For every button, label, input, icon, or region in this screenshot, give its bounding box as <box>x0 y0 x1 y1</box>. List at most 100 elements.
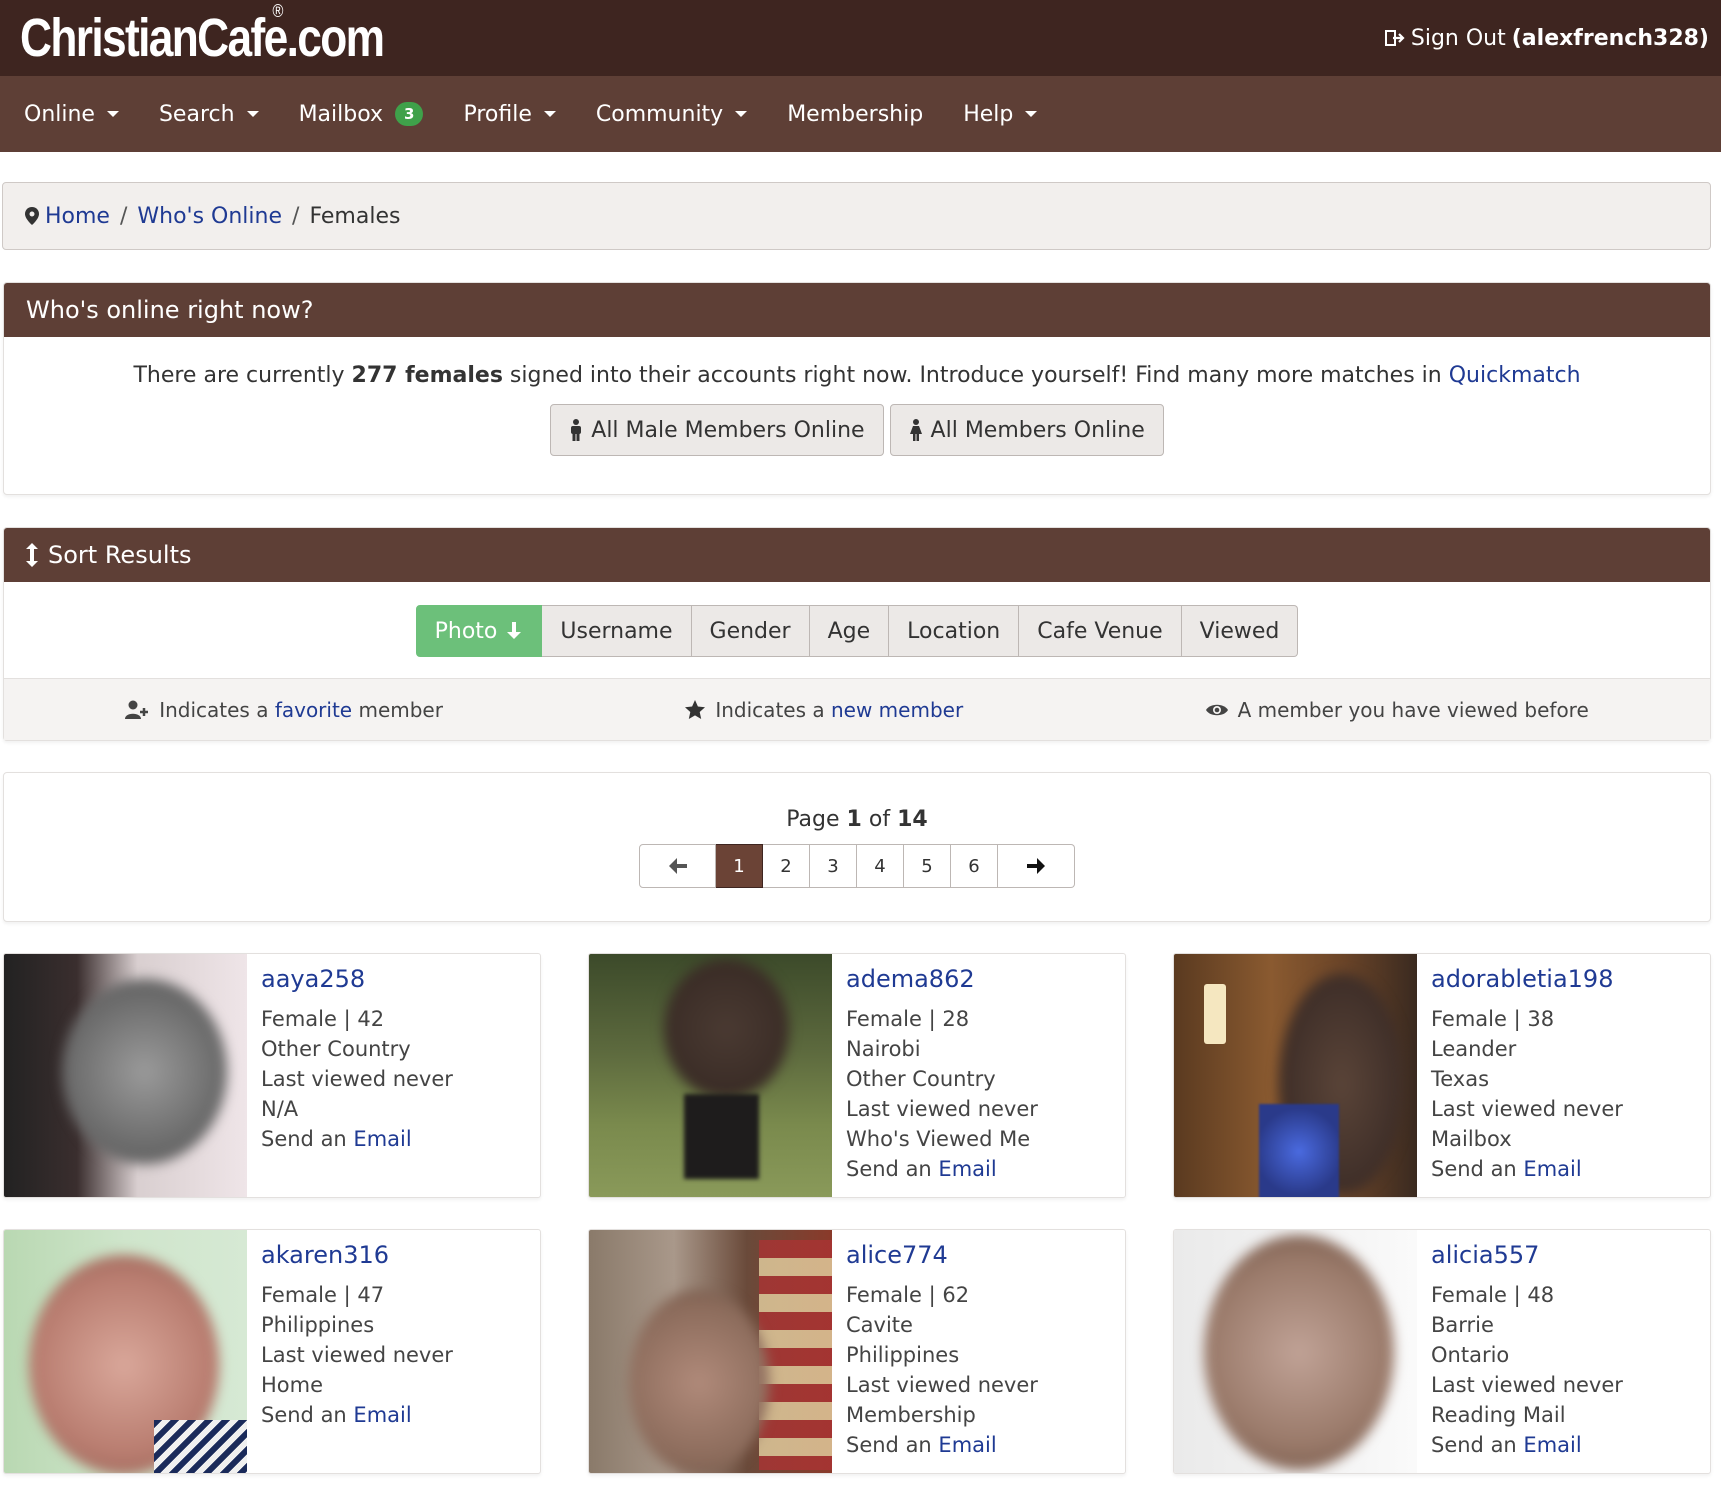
member-username-link[interactable]: aaya258 <box>261 964 453 994</box>
caret-down-icon <box>246 111 259 117</box>
nav-membership[interactable]: Membership <box>767 102 943 127</box>
nav-community[interactable]: Community <box>576 102 767 127</box>
sort-option-label: Gender <box>709 618 791 644</box>
nav-mailbox[interactable]: Mailbox 3 <box>279 102 444 127</box>
online-filter-buttons: All Male Members Online All Members Onli… <box>4 404 1710 456</box>
member-username-link[interactable]: akaren316 <box>261 1240 453 1270</box>
sort-gender-button[interactable]: Gender <box>691 605 810 657</box>
quickmatch-link[interactable]: Quickmatch <box>1449 363 1581 388</box>
member-venue: Who's Viewed Me <box>846 1127 1031 1151</box>
member-photo[interactable] <box>589 954 832 1197</box>
nav-mailbox-label: Mailbox <box>298 101 384 127</box>
legend-favorite: Indicates a favorite member <box>125 698 443 722</box>
page-6-button[interactable]: 6 <box>951 844 998 888</box>
page-number: 5 <box>921 855 933 877</box>
eye-icon <box>1205 704 1228 715</box>
member-photo[interactable] <box>589 1230 832 1473</box>
site-logo[interactable]: ChristianCafe.com ® <box>20 1 385 69</box>
member-username-link[interactable]: alice774 <box>846 1240 1038 1270</box>
email-link[interactable]: Email <box>353 1127 411 1151</box>
member-city: Nairobi <box>846 1037 921 1061</box>
email-link[interactable]: Email <box>353 1403 411 1427</box>
member-location: Philippines <box>846 1343 960 1367</box>
sort-option-label: Username <box>560 618 673 644</box>
registered-mark: ® <box>272 1 284 21</box>
page-1-button[interactable]: 1 <box>716 844 763 888</box>
page-5-button[interactable]: 5 <box>904 844 951 888</box>
whos-online-panel: Who's online right now? There are curren… <box>3 282 1711 495</box>
page-2-button[interactable]: 2 <box>763 844 810 888</box>
email-link[interactable]: Email <box>938 1157 996 1181</box>
breadcrumb-home[interactable]: Home <box>45 204 110 229</box>
member-venue: Reading Mail <box>1431 1403 1566 1427</box>
online-count: 277 females <box>351 363 503 388</box>
member-card: aaya258 Female | 42 Other Country Last v… <box>3 953 541 1198</box>
pagination: 1 2 3 4 5 6 <box>4 844 1710 888</box>
shelf-shape <box>759 1240 832 1470</box>
member-last-viewed: Last viewed never <box>261 1343 453 1367</box>
member-city: Leander <box>1431 1037 1517 1061</box>
page-4-button[interactable]: 4 <box>857 844 904 888</box>
prev-page-button[interactable] <box>639 844 716 888</box>
email-link[interactable]: Email <box>938 1433 996 1457</box>
all-members-online-button[interactable]: All Members Online <box>889 404 1164 456</box>
page-number: 4 <box>874 855 886 877</box>
member-gender-age: Female | 62 <box>846 1283 970 1307</box>
nav-online-label: Online <box>24 101 95 127</box>
sort-results-panel: Sort Results Photo Username Gender Age L… <box>3 527 1711 741</box>
sort-photo-button[interactable]: Photo <box>415 605 543 657</box>
send-text: Send an <box>261 1127 354 1151</box>
sort-results-title: Sort Results <box>48 541 192 569</box>
page-3-button[interactable]: 3 <box>810 844 857 888</box>
member-username-link[interactable]: adema862 <box>846 964 1038 994</box>
nav-profile[interactable]: Profile <box>443 102 575 127</box>
member-last-viewed: Last viewed never <box>1431 1373 1623 1397</box>
page-number: 6 <box>968 855 980 877</box>
email-link[interactable]: Email <box>1523 1433 1581 1457</box>
nav-help[interactable]: Help <box>943 102 1057 127</box>
dress-shape <box>1259 1104 1339 1197</box>
star-icon <box>685 699 706 719</box>
sort-cafe-venue-button[interactable]: Cafe Venue <box>1019 605 1182 657</box>
breadcrumb-whos-online[interactable]: Who's Online <box>137 204 282 229</box>
email-link[interactable]: Email <box>1523 1157 1581 1181</box>
nav-online[interactable]: Online <box>4 102 139 127</box>
next-page-button[interactable] <box>998 844 1075 888</box>
panel-heading: Who's online right now? <box>4 283 1710 337</box>
member-photo[interactable] <box>1174 954 1417 1197</box>
member-last-viewed: Last viewed never <box>1431 1097 1623 1121</box>
member-venue: Home <box>261 1373 324 1397</box>
page-number: 3 <box>827 855 839 877</box>
new-member-link[interactable]: new member <box>831 698 963 722</box>
member-card: alice774 Female | 62 Cavite Philippines … <box>588 1229 1126 1474</box>
member-photo[interactable] <box>4 954 247 1197</box>
member-gender-age: Female | 38 <box>1431 1007 1555 1031</box>
send-email-line: Send an Email <box>261 1124 453 1154</box>
figure-shape <box>684 1094 759 1179</box>
member-photo[interactable] <box>1174 1230 1417 1473</box>
member-gender-age: Female | 47 <box>261 1283 385 1307</box>
sort-username-button[interactable]: Username <box>542 605 692 657</box>
favorite-link[interactable]: favorite <box>275 698 352 722</box>
sort-viewed-button[interactable]: Viewed <box>1181 605 1299 657</box>
member-info: akaren316 Female | 47 Philippines Last v… <box>247 1230 467 1473</box>
sign-out-link[interactable]: Sign Out (alexfrench328) <box>1384 26 1709 51</box>
member-username-link[interactable]: adorabletia198 <box>1431 964 1623 994</box>
member-last-viewed: Last viewed never <box>261 1067 453 1091</box>
breadcrumb: Home / Who's Online / Females <box>2 182 1711 250</box>
member-photo[interactable] <box>4 1230 247 1473</box>
nav-search[interactable]: Search <box>139 102 279 127</box>
all-members-online-label: All Members Online <box>930 417 1145 443</box>
member-venue: Mailbox <box>1431 1127 1512 1151</box>
member-card: adema862 Female | 28 Nairobi Other Count… <box>588 953 1126 1198</box>
member-location: Philippines <box>261 1313 375 1337</box>
member-last-viewed: Last viewed never <box>846 1097 1038 1121</box>
sort-location-button[interactable]: Location <box>889 605 1020 657</box>
of-word: of <box>868 807 891 832</box>
shirt-shape <box>154 1420 247 1473</box>
nav-help-label: Help <box>963 101 1014 127</box>
member-username-link[interactable]: alicia557 <box>1431 1240 1623 1270</box>
all-male-online-button[interactable]: All Male Members Online <box>550 404 884 456</box>
sort-age-button[interactable]: Age <box>809 605 890 657</box>
caret-down-icon <box>106 111 119 117</box>
